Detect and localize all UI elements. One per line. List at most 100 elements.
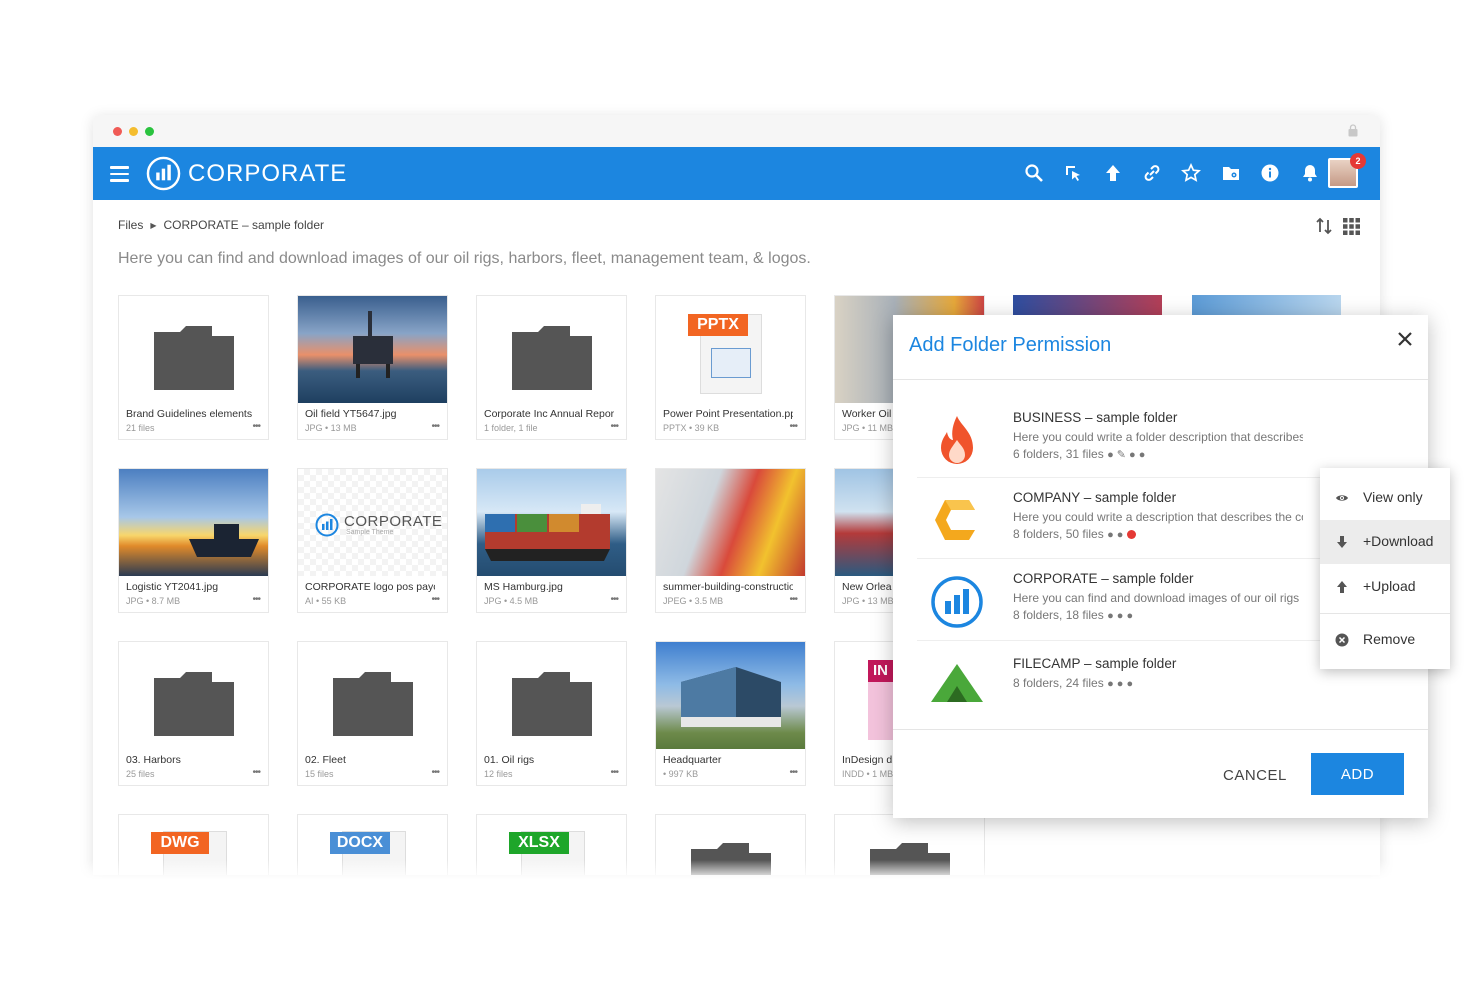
minimize-window-button[interactable] bbox=[129, 127, 138, 136]
file-type-badge: DWG bbox=[151, 832, 209, 854]
file-card[interactable]: Oil field YT5647.jpg JPG • 13 MB ••• bbox=[297, 295, 448, 440]
more-options-icon[interactable]: ••• bbox=[610, 594, 618, 605]
file-name: Corporate Inc Annual Report bbox=[484, 408, 614, 420]
folder-title: COMPANY – sample folder bbox=[1013, 490, 1177, 505]
more-options-icon[interactable]: ••• bbox=[789, 767, 797, 778]
star-icon[interactable] bbox=[1181, 163, 1201, 183]
sky-photo bbox=[1192, 295, 1341, 315]
file-card[interactable]: Headquarter • 997 KB ••• bbox=[655, 641, 806, 786]
file-card[interactable]: CORPORATE Sample Theme CORPORATE logo po… bbox=[297, 468, 448, 613]
file-card[interactable]: MS Hamburg.jpg JPG • 4.5 MB ••• bbox=[476, 468, 627, 613]
folder-description: Here you could write a folder descriptio… bbox=[1013, 430, 1303, 444]
sort-icon[interactable] bbox=[1316, 217, 1332, 235]
brand-logo-icon[interactable] bbox=[146, 156, 181, 191]
slides-icon bbox=[711, 348, 751, 378]
file-name: CORPORATE logo pos payoff bbox=[305, 581, 435, 593]
more-options-icon[interactable]: ••• bbox=[610, 421, 618, 432]
folder-settings-icon[interactable] bbox=[1221, 163, 1241, 183]
file-name: summer-building-construction bbox=[663, 581, 793, 593]
file-type-badge: PPTX bbox=[688, 314, 748, 336]
folder-icon bbox=[512, 672, 592, 736]
menu-icon[interactable] bbox=[110, 166, 129, 182]
permission-menu: View only +Download +Upload Remove bbox=[1320, 468, 1450, 669]
file-meta: JPG • 4.5 MB bbox=[484, 596, 539, 606]
status-dot-icon bbox=[1126, 530, 1136, 539]
file-meta: JPG • 13 MB bbox=[305, 423, 357, 433]
file-card[interactable]: 02. Fleet 15 files ••• bbox=[297, 641, 448, 786]
folder-icon bbox=[512, 326, 592, 390]
folder-stats-text: 8 folders, 24 files bbox=[1013, 676, 1104, 690]
permission-icons: ● ● ● bbox=[1107, 610, 1134, 622]
more-options-icon[interactable]: ••• bbox=[252, 594, 260, 605]
file-meta: 1 folder, 1 file bbox=[484, 423, 538, 433]
ship-sunset-photo bbox=[119, 469, 268, 576]
file-meta: 25 files bbox=[126, 769, 155, 779]
file-card[interactable]: 03. Harbors 25 files ••• bbox=[118, 641, 269, 786]
file-meta: • 997 KB bbox=[663, 769, 699, 779]
oil-rig-image bbox=[353, 311, 393, 378]
dialog-title: Add Folder Permission bbox=[909, 334, 1112, 356]
file-meta: 15 files bbox=[305, 769, 334, 779]
ship-image bbox=[189, 524, 259, 557]
eye-icon bbox=[1336, 495, 1348, 501]
lock-icon bbox=[1348, 124, 1358, 137]
construction-photo bbox=[656, 469, 805, 576]
file-meta: JPG • 11 MB bbox=[842, 423, 893, 433]
file-card[interactable]: PPTX Power Point Presentation.pptx PPTX … bbox=[655, 295, 806, 440]
more-options-icon[interactable]: ••• bbox=[252, 767, 260, 778]
folder-stats: 8 folders, 18 files ● ● ● bbox=[1013, 608, 1133, 622]
menu-item-label: +Upload bbox=[1363, 578, 1416, 594]
breadcrumb-root[interactable]: Files bbox=[118, 218, 143, 232]
breadcrumb-current[interactable]: CORPORATE – sample folder bbox=[164, 218, 325, 232]
cancel-button[interactable]: CANCEL bbox=[1223, 767, 1287, 784]
bell-icon[interactable] bbox=[1300, 163, 1320, 183]
file-meta: JPEG • 3.5 MB bbox=[663, 596, 724, 606]
more-options-icon[interactable]: ••• bbox=[431, 594, 439, 605]
add-button[interactable]: ADD bbox=[1311, 753, 1404, 795]
close-window-button[interactable] bbox=[113, 127, 122, 136]
file-meta: AI • 55 KB bbox=[305, 596, 347, 606]
permission-icons: ● ● ● bbox=[1107, 678, 1134, 690]
file-name: 01. Oil rigs bbox=[484, 754, 535, 766]
more-options-icon[interactable]: ••• bbox=[252, 421, 260, 432]
file-meta: JPG • 8.7 MB bbox=[126, 596, 181, 606]
brand-name[interactable]: CORPORATE bbox=[188, 160, 347, 188]
file-name: MS Hamburg.jpg bbox=[484, 581, 563, 593]
menu-item-upload[interactable]: +Upload bbox=[1320, 565, 1450, 609]
menu-item-view-only[interactable]: View only bbox=[1320, 476, 1450, 520]
more-options-icon[interactable]: ••• bbox=[431, 421, 439, 432]
container-ship-photo bbox=[477, 469, 626, 576]
more-options-icon[interactable]: ••• bbox=[431, 767, 439, 778]
more-options-icon[interactable]: ••• bbox=[610, 767, 618, 778]
corporate-logo-icon bbox=[931, 576, 983, 628]
file-card[interactable]: 01. Oil rigs 12 files ••• bbox=[476, 641, 627, 786]
close-icon[interactable] bbox=[1396, 330, 1414, 348]
folder-stats: 8 folders, 50 files ● ● bbox=[1013, 527, 1136, 541]
file-card[interactable]: Logistic YT2041.jpg JPG • 8.7 MB ••• bbox=[118, 468, 269, 613]
more-options-icon[interactable]: ••• bbox=[789, 421, 797, 432]
menu-item-download[interactable]: +Download bbox=[1320, 520, 1450, 564]
more-options-icon[interactable]: ••• bbox=[789, 594, 797, 605]
menu-item-remove[interactable]: Remove bbox=[1320, 618, 1450, 662]
file-card[interactable]: Corporate Inc Annual Report 1 folder, 1 … bbox=[476, 295, 627, 440]
headquarter-photo bbox=[656, 642, 805, 749]
info-icon[interactable] bbox=[1260, 163, 1280, 183]
filecamp-logo-icon bbox=[931, 664, 983, 702]
maximize-window-button[interactable] bbox=[145, 127, 154, 136]
link-icon[interactable] bbox=[1142, 163, 1162, 183]
folder-stats-text: 8 folders, 18 files bbox=[1013, 608, 1104, 622]
upload-icon[interactable] bbox=[1103, 163, 1123, 183]
file-card[interactable]: Brand Guidelines elements 21 files ••• bbox=[118, 295, 269, 440]
file-type-badge: XLSX bbox=[509, 832, 569, 854]
notification-count-badge: 2 bbox=[1350, 153, 1366, 169]
select-pointer-icon[interactable] bbox=[1063, 163, 1083, 183]
upload-arrow-icon bbox=[1337, 581, 1347, 593]
logo-wordmark: CORPORATE bbox=[344, 513, 443, 530]
file-meta: INDD • 1 MB bbox=[842, 769, 894, 779]
grid-view-icon[interactable] bbox=[1343, 218, 1360, 235]
folder-icon bbox=[333, 672, 413, 736]
file-name: Brand Guidelines elements bbox=[126, 408, 253, 420]
file-card[interactable]: summer-building-construction JPEG • 3.5 … bbox=[655, 468, 806, 613]
search-icon[interactable] bbox=[1024, 163, 1044, 183]
logo-tagline: Sample Theme bbox=[346, 529, 394, 536]
